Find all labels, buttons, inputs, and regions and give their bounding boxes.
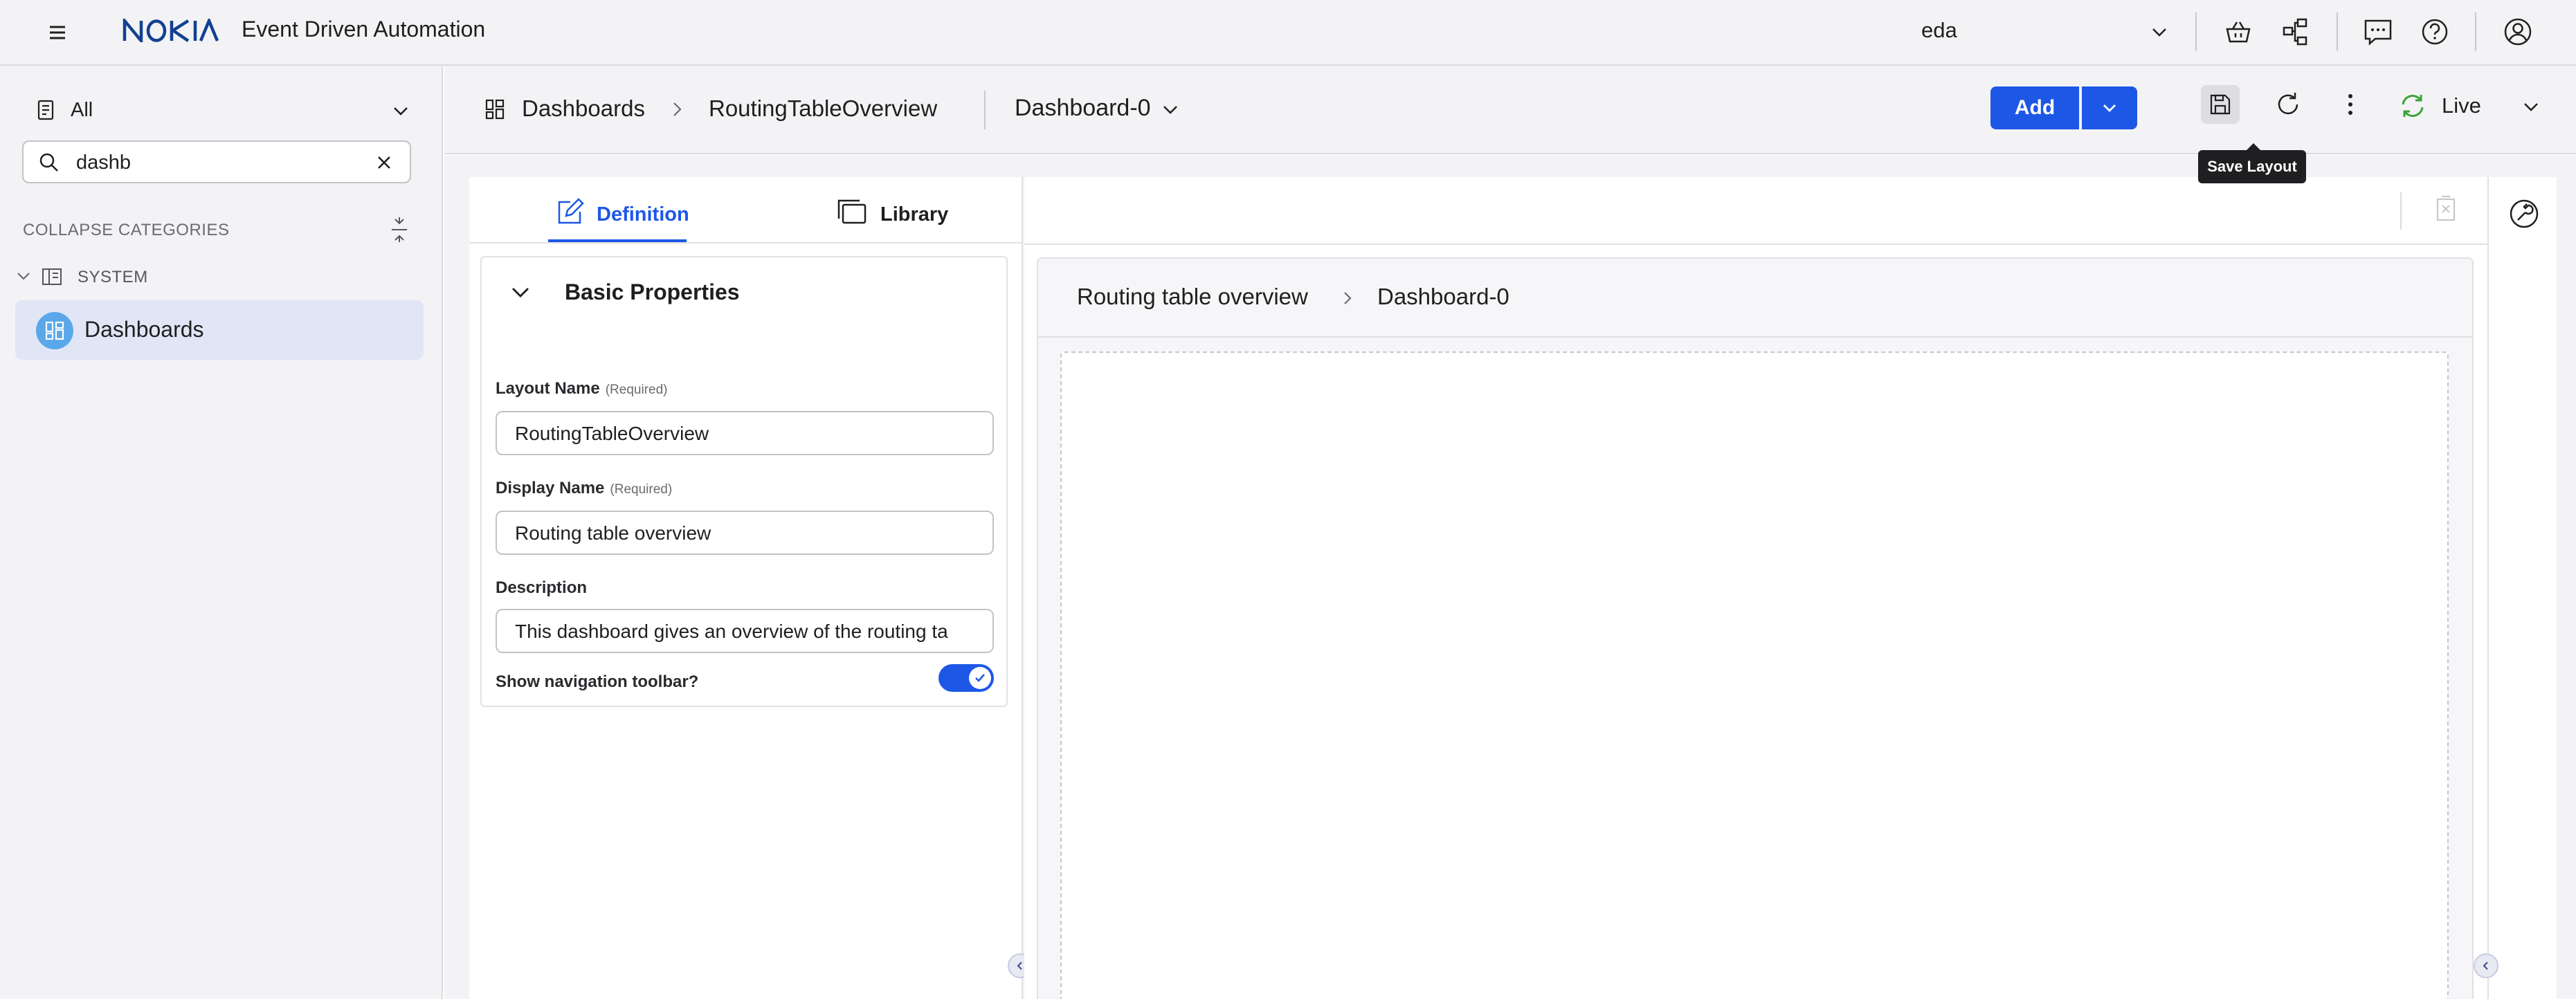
category-group-system[interactable]: SYSTEM: [14, 262, 415, 290]
chevron-right-icon: [1344, 292, 1352, 304]
delete-widget-icon[interactable]: [2432, 194, 2460, 224]
breadcrumb-dashboard-name[interactable]: Routing table overview: [1077, 284, 1308, 310]
page-header: Dashboards RoutingTableOverview Dashboar…: [444, 66, 2576, 154]
chevron-down-icon[interactable]: [2519, 95, 2543, 118]
right-rail: [2487, 177, 2557, 999]
wrench-icon[interactable]: [2508, 198, 2540, 230]
chevron-left-icon: [2483, 962, 2488, 970]
toggle-knob: [969, 667, 991, 689]
live-mode-label[interactable]: Live: [2442, 93, 2481, 118]
layout-name-field[interactable]: RoutingTableOverview: [496, 411, 994, 455]
dashboard-breadcrumb: Routing table overview Dashboard-0: [1038, 259, 2472, 338]
document-icon: [37, 100, 54, 120]
basket-icon[interactable]: [2222, 15, 2255, 48]
sidebar: All dashb COLLAPSE CATEGORIES SYSTEM Das…: [0, 66, 443, 999]
display-name-label: Display Name (Required): [496, 479, 672, 498]
sidebar-item-label: Dashboards: [84, 317, 204, 342]
app-title: Event Driven Automation: [242, 17, 486, 42]
dashboard-icon: [485, 99, 505, 120]
category-filter-value: All: [71, 99, 93, 121]
basic-properties-section: Basic Properties Layout Name (Required) R…: [480, 256, 1008, 707]
description-label: Description: [496, 578, 588, 597]
sidebar-item-dashboards[interactable]: Dashboards: [15, 300, 424, 360]
field-label: Display Name: [496, 479, 605, 497]
description-field[interactable]: This dashboard gives an overview of the …: [496, 609, 994, 653]
refresh-icon[interactable]: [2271, 88, 2305, 121]
breadcrumb-dashboards[interactable]: Dashboards: [522, 95, 645, 122]
chevron-down-icon[interactable]: [1159, 98, 1182, 121]
chevron-down-icon: [2152, 28, 2166, 37]
namespace-select[interactable]: eda: [1921, 15, 2170, 48]
display-name-field[interactable]: Routing table overview: [496, 511, 994, 555]
library-icon: [837, 199, 867, 224]
save-layout-tooltip: Save Layout: [2198, 143, 2306, 183]
collapse-categories-label[interactable]: COLLAPSE CATEGORIES: [23, 221, 229, 240]
check-icon: [975, 674, 985, 682]
navigation-toolbar-toggle[interactable]: [938, 664, 994, 692]
divider: [2400, 192, 2402, 230]
tab-label: Library: [880, 203, 949, 226]
breadcrumb-current: RoutingTableOverview: [709, 95, 938, 121]
save-icon: [2210, 94, 2231, 115]
collapse-all-icon[interactable]: [388, 217, 411, 243]
namespace-value: eda: [1921, 18, 1957, 42]
chat-icon[interactable]: [2361, 15, 2395, 48]
chevron-down-icon: [2103, 104, 2116, 112]
top-bar: Event Driven Automation eda: [0, 0, 2576, 66]
editor-tabs: Definition Library: [469, 177, 1023, 244]
canvas-panel: Routing table overview Dashboard-0: [1024, 177, 2487, 999]
collapse-right-panel-button[interactable]: [2474, 953, 2498, 978]
dashboard-preview: Routing table overview Dashboard-0: [1037, 257, 2474, 999]
divider: [2475, 12, 2476, 51]
section-title: Basic Properties: [565, 279, 740, 304]
definition-panel: Definition Library Basic Properties Layo…: [469, 177, 1023, 999]
chevron-down-icon: [394, 107, 408, 116]
dashboard-drop-area[interactable]: [1060, 351, 2449, 999]
layout-name-label: Layout Name (Required): [496, 379, 667, 398]
search-value: dashb: [76, 152, 131, 174]
tab-label: Definition: [597, 203, 689, 226]
topology-icon[interactable]: [2278, 15, 2312, 48]
toggle-label: Show navigation toolbar?: [496, 672, 699, 691]
menu-icon[interactable]: [44, 19, 71, 46]
canvas-toolbar: [1024, 177, 2487, 245]
more-options-icon[interactable]: [2341, 88, 2360, 121]
save-layout-button[interactable]: [2201, 85, 2240, 124]
category-group-label: SYSTEM: [78, 268, 148, 286]
help-icon[interactable]: [2418, 15, 2451, 48]
dashboard-icon: [36, 312, 73, 349]
dashboard-select[interactable]: Dashboard-0: [1015, 95, 1151, 122]
add-button[interactable]: Add: [1990, 86, 2079, 129]
required-tag: (Required): [605, 383, 668, 397]
divider: [2337, 12, 2338, 51]
tab-definition[interactable]: Definition: [548, 198, 689, 242]
breadcrumb-dashboard-current: Dashboard-0: [1377, 284, 1509, 309]
add-dropdown-button[interactable]: [2082, 86, 2137, 129]
field-label: Layout Name: [496, 379, 600, 398]
nokia-logo: [122, 19, 219, 42]
search-input[interactable]: dashb: [22, 140, 411, 183]
chevron-right-icon: [673, 102, 682, 116]
category-filter-select[interactable]: All: [33, 93, 412, 128]
chevron-down-icon[interactable]: [507, 278, 534, 306]
search-icon: [39, 153, 58, 172]
chevron-down-icon: [17, 273, 30, 280]
edit-icon: [558, 198, 584, 224]
close-icon[interactable]: [372, 151, 396, 174]
book-icon: [42, 268, 62, 285]
divider: [2195, 12, 2197, 51]
divider: [984, 91, 986, 129]
tab-library[interactable]: Library: [836, 198, 974, 242]
user-icon[interactable]: [2501, 15, 2534, 48]
required-tag: (Required): [610, 482, 673, 497]
live-sync-icon: [2402, 95, 2424, 117]
